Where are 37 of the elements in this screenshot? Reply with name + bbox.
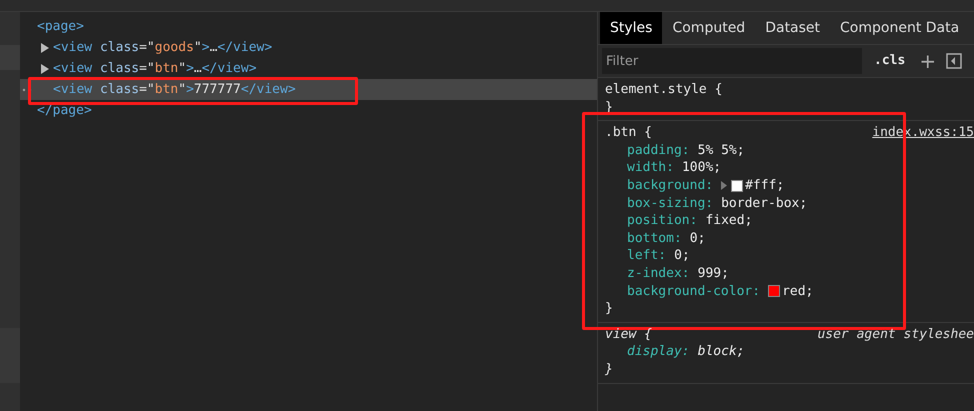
panel-tab[interactable]: Styles (600, 12, 662, 44)
panel-tab[interactable]: Dataset (755, 12, 830, 44)
css-declaration[interactable]: left: 0; (605, 247, 690, 265)
rule-selector: element.style { (605, 81, 722, 99)
node-markup[interactable]: </page> (37, 100, 92, 120)
css-declaration[interactable]: background-color: red; (605, 282, 814, 300)
css-declaration[interactable]: display: block; (605, 343, 745, 361)
css-declaration[interactable]: position: fixed; (605, 212, 752, 230)
tree-node[interactable]: <view class="btn">777777</view> (20, 79, 597, 100)
rule-source: user agent styleshee (817, 326, 974, 344)
sidebar-toggle-icon[interactable] (946, 53, 962, 69)
rule-selector: .btn { (605, 124, 652, 142)
expand-triangle-icon[interactable] (721, 181, 728, 190)
cls-button[interactable]: .cls (868, 51, 912, 71)
node-markup[interactable]: <view class="goods">…</view> (53, 38, 272, 58)
css-declaration[interactable]: background: #fff; (605, 176, 784, 195)
rule-selector: view { (605, 326, 652, 344)
css-declaration[interactable]: padding: 5% 5%; (605, 142, 745, 160)
css-declaration[interactable]: bottom: 0; (605, 230, 706, 248)
css-declaration[interactable]: z-index: 999; (605, 264, 729, 283)
tree-node[interactable]: <view class="btn">…</view> (20, 58, 597, 79)
color-swatch[interactable] (731, 180, 744, 192)
css-declaration[interactable]: width: 100%; (605, 159, 722, 177)
css-declaration[interactable]: box-sizing: border-box; (605, 194, 808, 212)
color-swatch[interactable] (768, 285, 780, 298)
tree-node[interactable]: <view class="goods">…</view> (20, 37, 597, 58)
add-rule-button[interactable]: + (917, 51, 938, 71)
node-markup[interactable]: <view class="btn">777777</view> (53, 80, 296, 100)
rule-close-brace: } (605, 360, 613, 378)
expand-triangle-icon[interactable] (41, 42, 49, 52)
panel-tab[interactable]: Component Data (830, 12, 970, 44)
rule-close-brace: } (605, 300, 613, 318)
node-markup[interactable]: <page> (37, 16, 84, 36)
expand-triangle-icon[interactable] (41, 64, 49, 74)
panel-tab[interactable]: Computed (662, 12, 756, 44)
node-markup[interactable]: <view class="btn">…</view> (53, 58, 257, 78)
filter-field[interactable]: Filter (602, 48, 862, 74)
